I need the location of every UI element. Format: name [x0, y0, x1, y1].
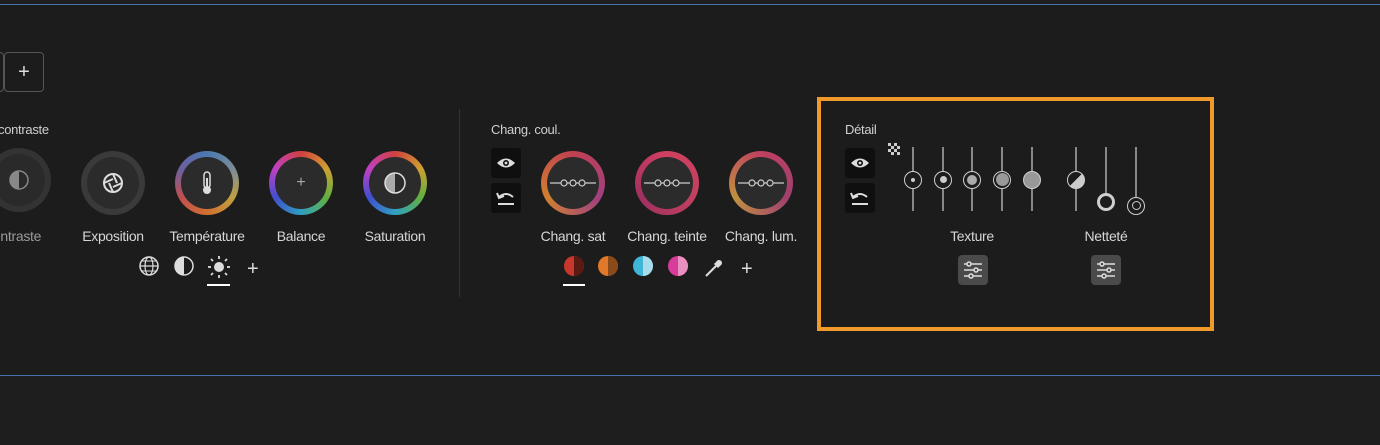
saturation-label: Saturation: [364, 228, 426, 244]
selected-swatch-underline: [563, 284, 585, 286]
reset-button[interactable]: [491, 183, 521, 213]
cyan-swatch[interactable]: [632, 255, 654, 277]
visibility-toggle[interactable]: [491, 148, 521, 178]
globe-icon[interactable]: [138, 255, 160, 277]
balance-dial[interactable]: +: [269, 151, 333, 215]
saturation-dial[interactable]: [363, 151, 427, 215]
magenta-swatch[interactable]: [667, 255, 689, 277]
eye-icon: [497, 158, 515, 168]
lower-area: [0, 378, 1380, 445]
section-divider: [459, 109, 460, 297]
add-tone-button[interactable]: +: [247, 258, 259, 281]
thermometer-icon: [203, 171, 211, 194]
plus-icon: +: [296, 174, 306, 191]
eyedropper-icon[interactable]: [703, 257, 725, 279]
temperature-dial[interactable]: [175, 151, 239, 215]
undo-icon: [496, 192, 514, 205]
aperture-icon: [103, 173, 123, 193]
half-circle-icon[interactable]: [173, 255, 195, 277]
plus-icon: +: [18, 60, 30, 83]
tone-section-title: contraste: [0, 122, 49, 137]
curve-points-icon: [644, 179, 690, 187]
contrast-icon: [9, 170, 29, 190]
saturation-icon: [384, 172, 406, 194]
detail-highlight-box: [817, 97, 1214, 331]
red-swatch[interactable]: [563, 255, 585, 277]
contrast-dial[interactable]: [0, 148, 51, 212]
curve-points-icon: [550, 179, 596, 187]
color-sat-dial[interactable]: [541, 151, 605, 215]
add-color-button[interactable]: +: [741, 258, 753, 281]
curve-points-icon: [738, 179, 784, 187]
exposure-dial[interactable]: [81, 151, 145, 215]
color-section-title: Chang. coul.: [491, 122, 561, 137]
color-hue-dial[interactable]: [635, 151, 699, 215]
add-preset-button[interactable]: +: [4, 52, 44, 92]
brightness-icon[interactable]: [207, 255, 231, 279]
selected-mode-underline: [207, 284, 230, 286]
color-lum-label: Chang. lum.: [724, 228, 798, 244]
color-lum-dial[interactable]: [729, 151, 793, 215]
orange-swatch[interactable]: [597, 255, 619, 277]
